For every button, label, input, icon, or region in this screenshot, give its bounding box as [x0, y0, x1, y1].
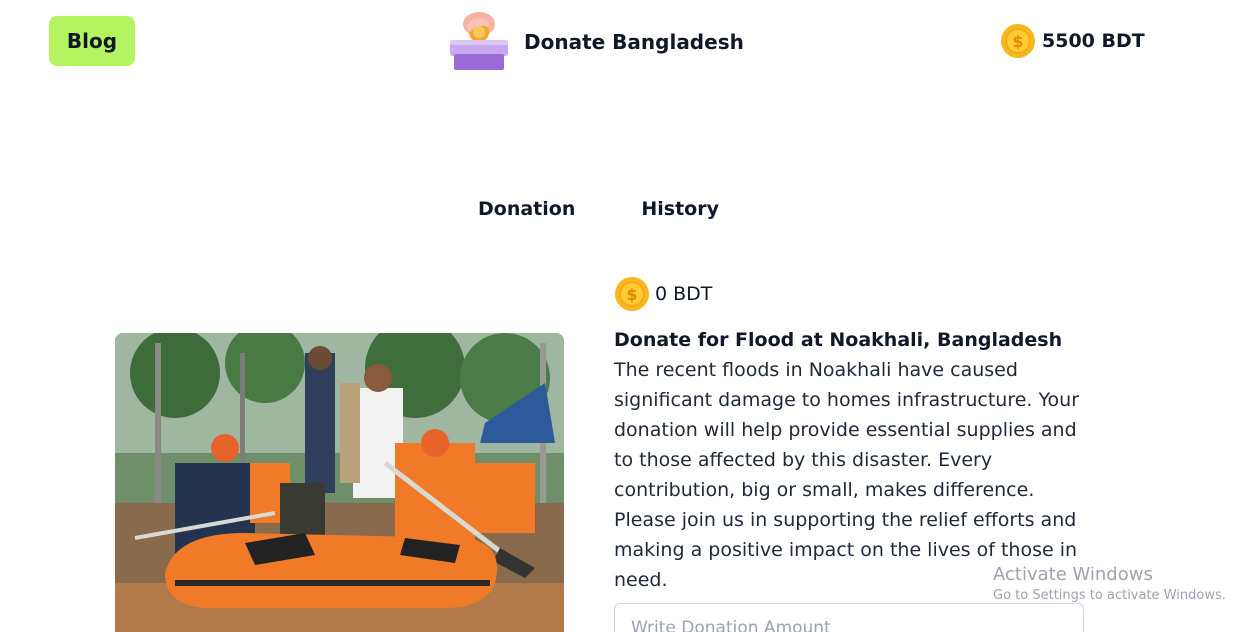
watermark-title: Activate Windows	[993, 564, 1153, 585]
windows-activation-watermark: Activate Windows Go to Settings to activ…	[993, 564, 1226, 606]
tab-donation[interactable]: Donation	[478, 198, 575, 220]
watermark-subtitle: Go to Settings to activate Windows.	[993, 588, 1226, 603]
blog-button[interactable]: Blog	[49, 16, 135, 66]
card-description: The recent floods in Noakhali have cause…	[614, 359, 1080, 591]
tabs: Donation History	[478, 198, 719, 220]
donation-amount-input[interactable]	[614, 603, 1084, 632]
donation-card-info: $ 0 BDT Donate for Flood at Noakhali, Ba…	[614, 275, 1094, 595]
card-amount-text: 0 BDT	[655, 283, 713, 305]
donation-box-icon	[450, 12, 508, 70]
card-amount: $ 0 BDT	[614, 275, 1094, 313]
tab-history[interactable]: History	[641, 198, 719, 220]
page: Blog Donate Bangladesh $ 5500 BDT Donati…	[0, 0, 1245, 632]
brand[interactable]: Donate Bangladesh	[444, 10, 744, 74]
coin-icon: $	[1001, 24, 1035, 58]
header: Blog Donate Bangladesh $ 5500 BDT	[0, 0, 1245, 90]
svg-text:$: $	[1012, 32, 1023, 51]
coin-icon: $	[615, 277, 649, 311]
balance: $ 5500 BDT	[1000, 22, 1145, 60]
balance-amount: 5500 BDT	[1042, 30, 1145, 52]
brand-title: Donate Bangladesh	[524, 30, 744, 54]
svg-text:$: $	[626, 285, 637, 304]
flood-rescue-illustration	[115, 333, 564, 632]
flood-rescue-image	[115, 333, 564, 632]
card-title: Donate for Flood at Noakhali, Bangladesh	[614, 329, 1063, 351]
